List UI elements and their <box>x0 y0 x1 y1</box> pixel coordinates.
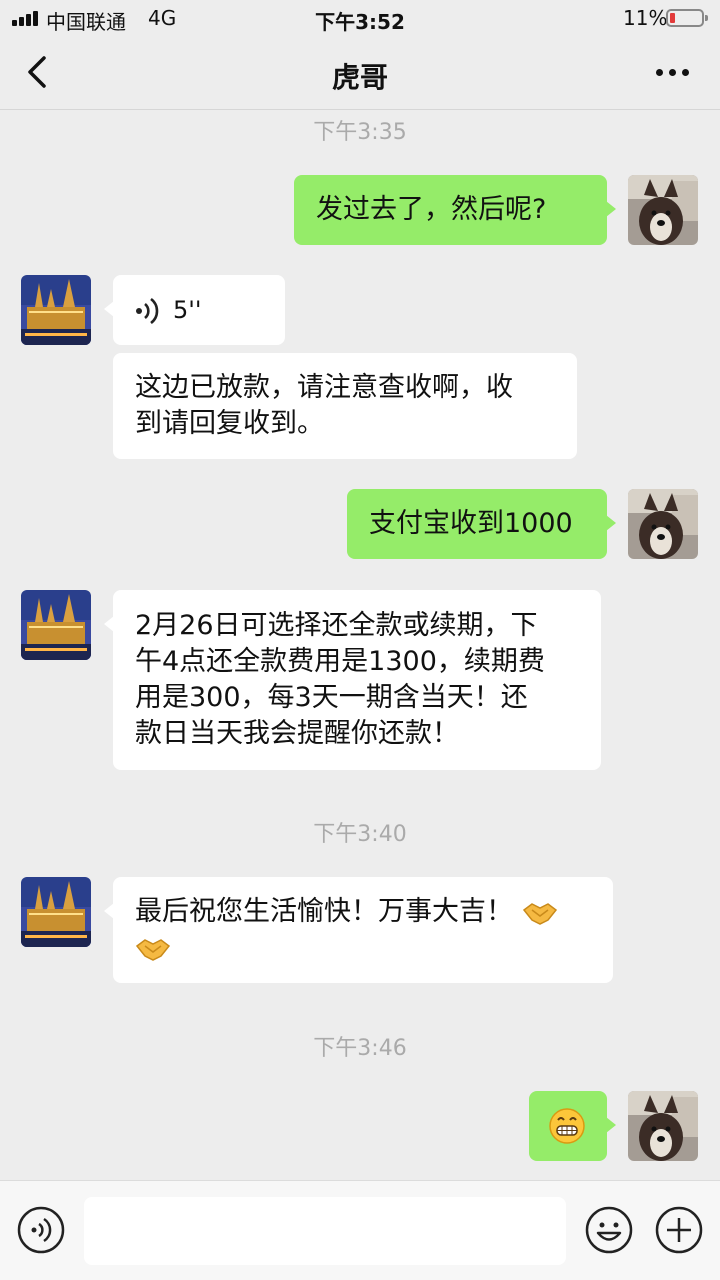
my-avatar[interactable] <box>628 489 698 559</box>
battery-percent: 11% <box>623 6 668 30</box>
contact-avatar[interactable] <box>21 590 91 660</box>
grinning-face-emoji-icon <box>549 1108 585 1144</box>
message-bubble-incoming[interactable]: 最后祝您生活愉快！万事大吉！ <box>104 877 613 983</box>
contact-avatar[interactable] <box>21 877 91 947</box>
battery-icon <box>666 9 708 27</box>
voice-duration: 5'' <box>173 296 202 324</box>
chat-header: 虎哥 <box>0 38 720 110</box>
castle-avatar-image <box>21 275 91 345</box>
more-button[interactable] <box>650 60 694 84</box>
voice-wave-icon <box>136 297 159 325</box>
chat-title: 虎哥 <box>331 61 388 94</box>
more-functions-button[interactable] <box>655 1206 703 1254</box>
message-text-line: 午4点还全款费用是1300，续期费 <box>135 646 545 677</box>
timestamp: 下午3:35 <box>313 120 407 145</box>
message-text-line: 到请回复收到。 <box>135 408 324 439</box>
timestamp: 下午3:46 <box>313 1036 407 1061</box>
message-bubble-incoming[interactable]: 这边已放款，请注意查收啊，收 到请回复收到。 <box>113 353 577 459</box>
handshake-emoji-icon <box>135 938 171 961</box>
message-input[interactable] <box>84 1197 566 1265</box>
message-bubble-outgoing[interactable]: 发过去了，然后呢? <box>294 175 616 245</box>
dog-avatar-image <box>628 175 698 245</box>
emoji-button[interactable] <box>585 1206 633 1254</box>
message-text: 发过去了，然后呢? <box>316 194 547 225</box>
message-bubble-incoming[interactable]: 2月26日可选择还全款或续期，下 午4点还全款费用是1300，续期费 用是300… <box>104 590 601 770</box>
more-dots-icon <box>656 69 663 76</box>
message-text-line: 这边已放款，请注意查收啊，收 <box>135 372 513 403</box>
castle-avatar-image <box>21 877 91 947</box>
status-bar: 中国联通 4G 下午3:52 11% <box>0 0 720 38</box>
voice-input-button[interactable] <box>17 1206 65 1254</box>
message-bubble-outgoing[interactable]: 支付宝收到1000 <box>347 489 616 559</box>
timestamp: 下午3:40 <box>313 822 407 847</box>
message-text: 支付宝收到1000 <box>369 508 573 539</box>
message-text-line: 用是300，每3天一期含当天！还 <box>135 682 528 713</box>
message-text-line: 2月26日可选择还全款或续期，下 <box>135 610 538 641</box>
my-avatar[interactable] <box>628 175 698 245</box>
voice-wave-icon <box>17 1206 65 1254</box>
input-bar <box>0 1180 720 1280</box>
handshake-emoji-icon <box>522 902 557 925</box>
status-time: 下午3:52 <box>315 10 405 34</box>
message-text-line: 款日当天我会提醒你还款！ <box>135 718 459 749</box>
dog-avatar-image <box>628 489 698 559</box>
message-text: 最后祝您生活愉快！万事大吉！ <box>135 896 513 927</box>
emoji-message-bubble[interactable] <box>529 1091 616 1161</box>
my-avatar[interactable] <box>628 1091 698 1161</box>
emoji-face-icon <box>585 1206 633 1254</box>
dog-avatar-image <box>628 1091 698 1161</box>
contact-avatar[interactable] <box>21 275 91 345</box>
castle-avatar-image <box>21 590 91 660</box>
voice-message-bubble[interactable]: 5'' <box>104 275 285 345</box>
plus-icon <box>655 1206 703 1254</box>
